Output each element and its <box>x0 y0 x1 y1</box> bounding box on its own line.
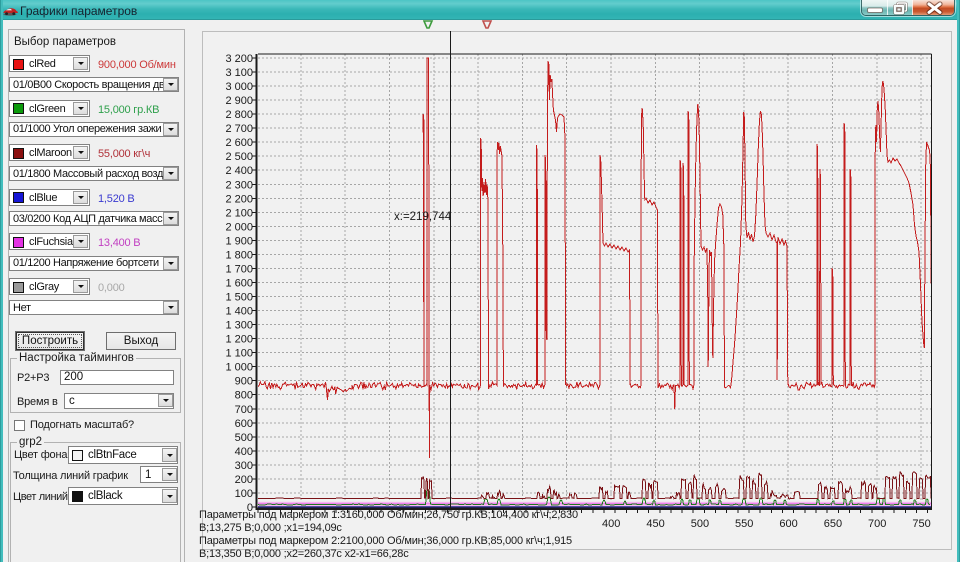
svg-text:400: 400 <box>235 446 253 458</box>
svg-text:2 000: 2 000 <box>225 221 253 233</box>
svg-text:2 700: 2 700 <box>225 123 253 135</box>
svg-text:1 500: 1 500 <box>225 292 253 304</box>
svg-text:3 100: 3 100 <box>225 67 253 79</box>
svg-text:100: 100 <box>235 488 253 500</box>
svg-text:600: 600 <box>235 418 253 430</box>
svg-text:2 400: 2 400 <box>225 165 253 177</box>
svg-text:1 900: 1 900 <box>225 235 253 247</box>
svg-text:x:=219,744: x:=219,744 <box>394 211 452 223</box>
svg-text:450: 450 <box>646 518 664 530</box>
svg-text:2 200: 2 200 <box>225 193 253 205</box>
svg-text:700: 700 <box>868 518 886 530</box>
svg-text:1 300: 1 300 <box>225 320 253 332</box>
svg-text:2 500: 2 500 <box>225 151 253 163</box>
svg-text:200: 200 <box>235 474 253 486</box>
svg-text:2 800: 2 800 <box>225 109 253 121</box>
svg-text:550: 550 <box>735 518 753 530</box>
svg-text:750: 750 <box>912 518 930 530</box>
svg-text:300: 300 <box>235 460 253 472</box>
svg-text:1 400: 1 400 <box>225 306 253 318</box>
svg-text:500: 500 <box>235 432 253 444</box>
svg-text:600: 600 <box>779 518 797 530</box>
svg-text:400: 400 <box>602 518 620 530</box>
svg-text:1 700: 1 700 <box>225 263 253 275</box>
svg-text:500: 500 <box>691 518 709 530</box>
svg-text:2 900: 2 900 <box>225 95 253 107</box>
svg-text:900: 900 <box>235 376 253 388</box>
svg-text:2 300: 2 300 <box>225 179 253 191</box>
svg-text:2 600: 2 600 <box>225 137 253 149</box>
svg-text:1 100: 1 100 <box>225 348 253 360</box>
svg-text:650: 650 <box>824 518 842 530</box>
svg-text:2 100: 2 100 <box>225 207 253 219</box>
svg-text:700: 700 <box>235 404 253 416</box>
svg-text:800: 800 <box>235 390 253 402</box>
svg-text:1 200: 1 200 <box>225 334 253 346</box>
svg-text:3 000: 3 000 <box>225 81 253 93</box>
svg-text:1 000: 1 000 <box>225 362 253 374</box>
svg-text:3 200: 3 200 <box>225 53 253 65</box>
svg-text:1 600: 1 600 <box>225 278 253 290</box>
svg-text:1 800: 1 800 <box>225 249 253 261</box>
